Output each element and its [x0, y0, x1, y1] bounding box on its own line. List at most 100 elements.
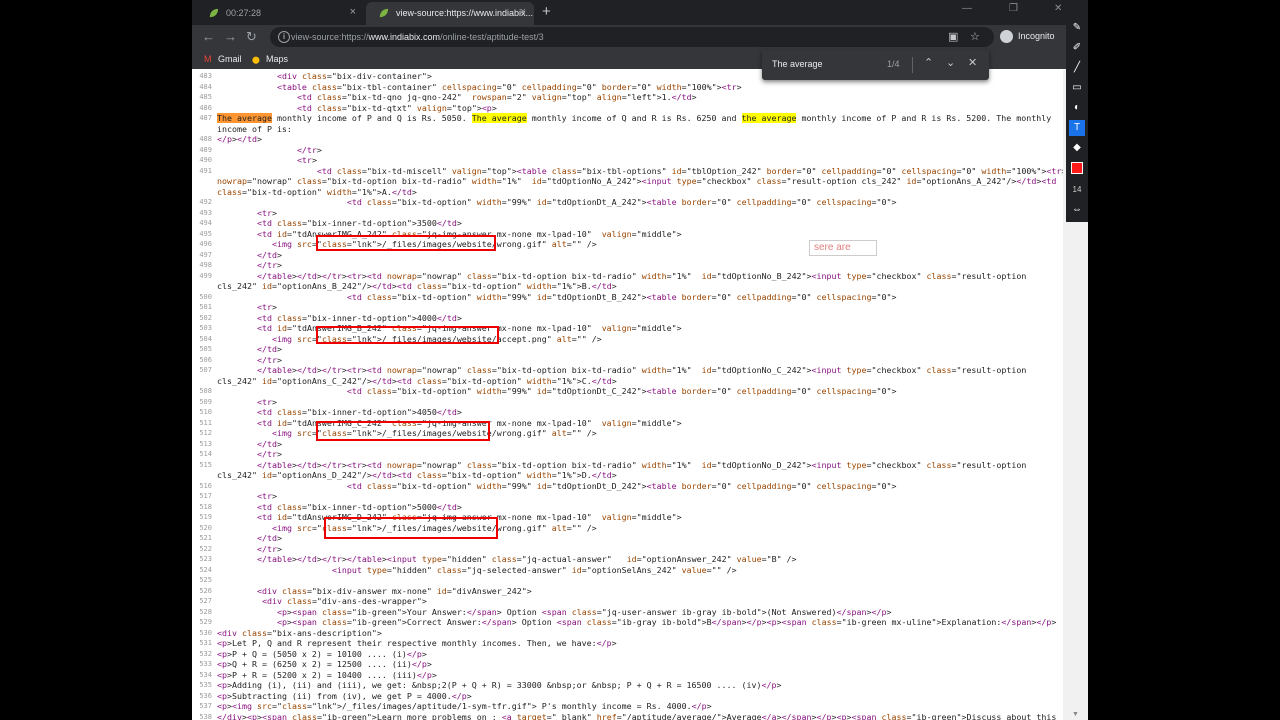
code-line: </table></td></tr><tr><td nowrap="nowrap… [256, 365, 1027, 375]
line-number: 504 [199, 334, 212, 343]
line-number: 490 [199, 156, 212, 164]
forward-button[interactable]: → [224, 29, 237, 44]
line-number: 495 [199, 229, 212, 238]
code-line: <tr> [256, 207, 277, 218]
line-number: 508 [199, 387, 212, 395]
url-text[interactable]: view-source:https://www.indiabix.com/onl… [291, 32, 544, 42]
annotation-text-box[interactable]: sere are [809, 240, 877, 256]
code-line: <p><img src="class="lnk">/_files/images/… [217, 701, 712, 711]
reload-button[interactable]: ↻ [246, 29, 257, 45]
find-next-icon[interactable]: ⌄ [946, 56, 955, 69]
line-number: 488 [199, 135, 212, 143]
line-number: 519 [199, 513, 212, 521]
size-value[interactable]: 14 [1069, 182, 1085, 198]
url-path: /online-test/aptitude-test/3 [440, 32, 544, 42]
code-line: <div class="bix-ans-description"> [217, 627, 382, 638]
code-line: <div class="bix-div-answer mx-none" id="… [256, 585, 532, 596]
find-bar: The average 1/4 ⌃ ⌄ ✕ [762, 50, 989, 80]
maps-icon: ⬤ [252, 57, 260, 64]
star-icon[interactable]: ☆ [970, 30, 980, 43]
line-number: 505 [199, 345, 212, 353]
line-number: 513 [199, 439, 212, 448]
line-number: 507 [199, 366, 212, 374]
new-tab-button[interactable]: + [542, 3, 551, 20]
restore-button[interactable]: ❐ [1009, 3, 1018, 14]
line-number: 532 [199, 649, 212, 658]
toggle-toolbar-icon[interactable]: ⇔ [1069, 202, 1085, 218]
bookmark-maps[interactable]: ⬤ Maps [252, 54, 288, 64]
code-line: <tr> [256, 302, 277, 312]
line-number: 483 [199, 72, 212, 80]
code-line: <p>P + Q = (5050 x 2) = 10100 .... (i)</… [217, 648, 427, 659]
browser-window: 00:27:28 × view-source:https://www.india… [192, 0, 1088, 720]
line-number: 509 [199, 397, 212, 406]
code-line: </p></td> [217, 134, 262, 144]
line-number: 515 [199, 460, 212, 469]
close-window-button[interactable]: ✕ [1054, 3, 1062, 14]
line-number: 525 [199, 576, 212, 584]
code-line: <tr> [256, 396, 277, 407]
incognito-badge[interactable]: Incognito [1000, 30, 1055, 43]
code-line: The average monthly income of P and Q is… [217, 113, 1052, 123]
eraser-all-icon[interactable]: ◆ [1069, 140, 1085, 156]
tab-title: 00:27:28 [226, 8, 262, 18]
tab-close-icon[interactable]: × [520, 6, 526, 18]
line-number: 521 [199, 534, 212, 542]
code-line: cls_242" id="optionAns_B_242"/></td><td … [217, 281, 617, 291]
line-number: 511 [199, 418, 212, 427]
code-line: </td> [256, 249, 282, 260]
bookmark-gmail[interactable]: M Gmail [204, 54, 242, 64]
url-prefix: view-source:https:// [291, 32, 369, 42]
info-icon[interactable]: i [278, 31, 290, 43]
tab-view-source[interactable]: view-source:https://www.indiabix... × [366, 2, 534, 25]
code-line: <td class="bix-inner-td-option">4000</td… [256, 312, 462, 323]
line-number: 503 [199, 324, 212, 332]
code-line: </tr> [256, 354, 282, 365]
leaf-icon [209, 8, 219, 18]
line-number: 528 [199, 607, 212, 616]
find-close-icon[interactable]: ✕ [968, 56, 977, 69]
source-code-view[interactable]: 483 <div class="bix-div-container"> 484 <… [192, 69, 1063, 720]
line-number: 520 [199, 523, 212, 532]
line-number: 523 [199, 555, 212, 563]
code-line: <td class="bix-inner-td-option">4050</td… [256, 407, 462, 417]
scroll-down-icon[interactable]: ▼ [1072, 711, 1079, 718]
page-icon[interactable]: ▣ [948, 30, 958, 43]
find-input[interactable]: The average [772, 59, 823, 69]
back-button[interactable]: ← [202, 29, 215, 44]
line-number: 485 [199, 93, 212, 101]
find-prev-icon[interactable]: ⌃ [924, 56, 933, 69]
line-number: 494 [199, 219, 212, 227]
color-swatch-icon[interactable] [1071, 162, 1083, 174]
line-number: 493 [199, 208, 212, 217]
line-number: 531 [199, 639, 212, 647]
find-count: 1/4 [887, 59, 900, 69]
line-number: 538 [199, 712, 212, 720]
line-number: 526 [199, 586, 212, 595]
tab-timer[interactable]: 00:27:28 × [196, 2, 364, 25]
address-bar[interactable]: i view-source:https://www.indiabix.com/o… [270, 27, 994, 47]
line-number: 484 [199, 82, 212, 91]
minimize-button[interactable]: — [962, 3, 972, 14]
line-number: 491 [199, 166, 212, 175]
line-number: 529 [199, 618, 212, 626]
eraser-icon[interactable]: ◐ [1069, 100, 1085, 116]
code-line: </table></td></tr><tr><td nowrap="nowrap… [256, 270, 1027, 281]
code-line: cls_242" id="optionAns_D_242"/></td><td … [217, 470, 617, 480]
code-line: nowrap="nowrap" class="bix-td-option bix… [217, 176, 1057, 186]
line-icon[interactable]: ╱ [1069, 60, 1085, 76]
marker-icon[interactable]: ✐ [1069, 40, 1085, 56]
code-line: <p>Q + R = (6250 x 2) = 12500 .... (ii)<… [217, 659, 432, 669]
line-number: 533 [199, 660, 212, 668]
line-number: 530 [199, 628, 212, 637]
rectangle-icon[interactable]: ▭ [1069, 80, 1085, 96]
text-icon[interactable]: T [1069, 120, 1085, 136]
tab-close-icon[interactable]: × [350, 6, 356, 18]
code-line: </div><p><span class="ib-green">Learn mo… [217, 711, 1057, 720]
pencil-icon[interactable]: ✎ [1069, 20, 1085, 36]
red-highlight-box [316, 235, 496, 251]
incognito-label: Incognito [1018, 30, 1055, 41]
code-line: </table></td></tr></table><input type="h… [256, 554, 797, 564]
code-line: <td class="bix-td-qtxt" valign="top"><p> [296, 102, 497, 113]
code-line: <td class="bix-td-option" width="99%" id… [346, 197, 897, 207]
